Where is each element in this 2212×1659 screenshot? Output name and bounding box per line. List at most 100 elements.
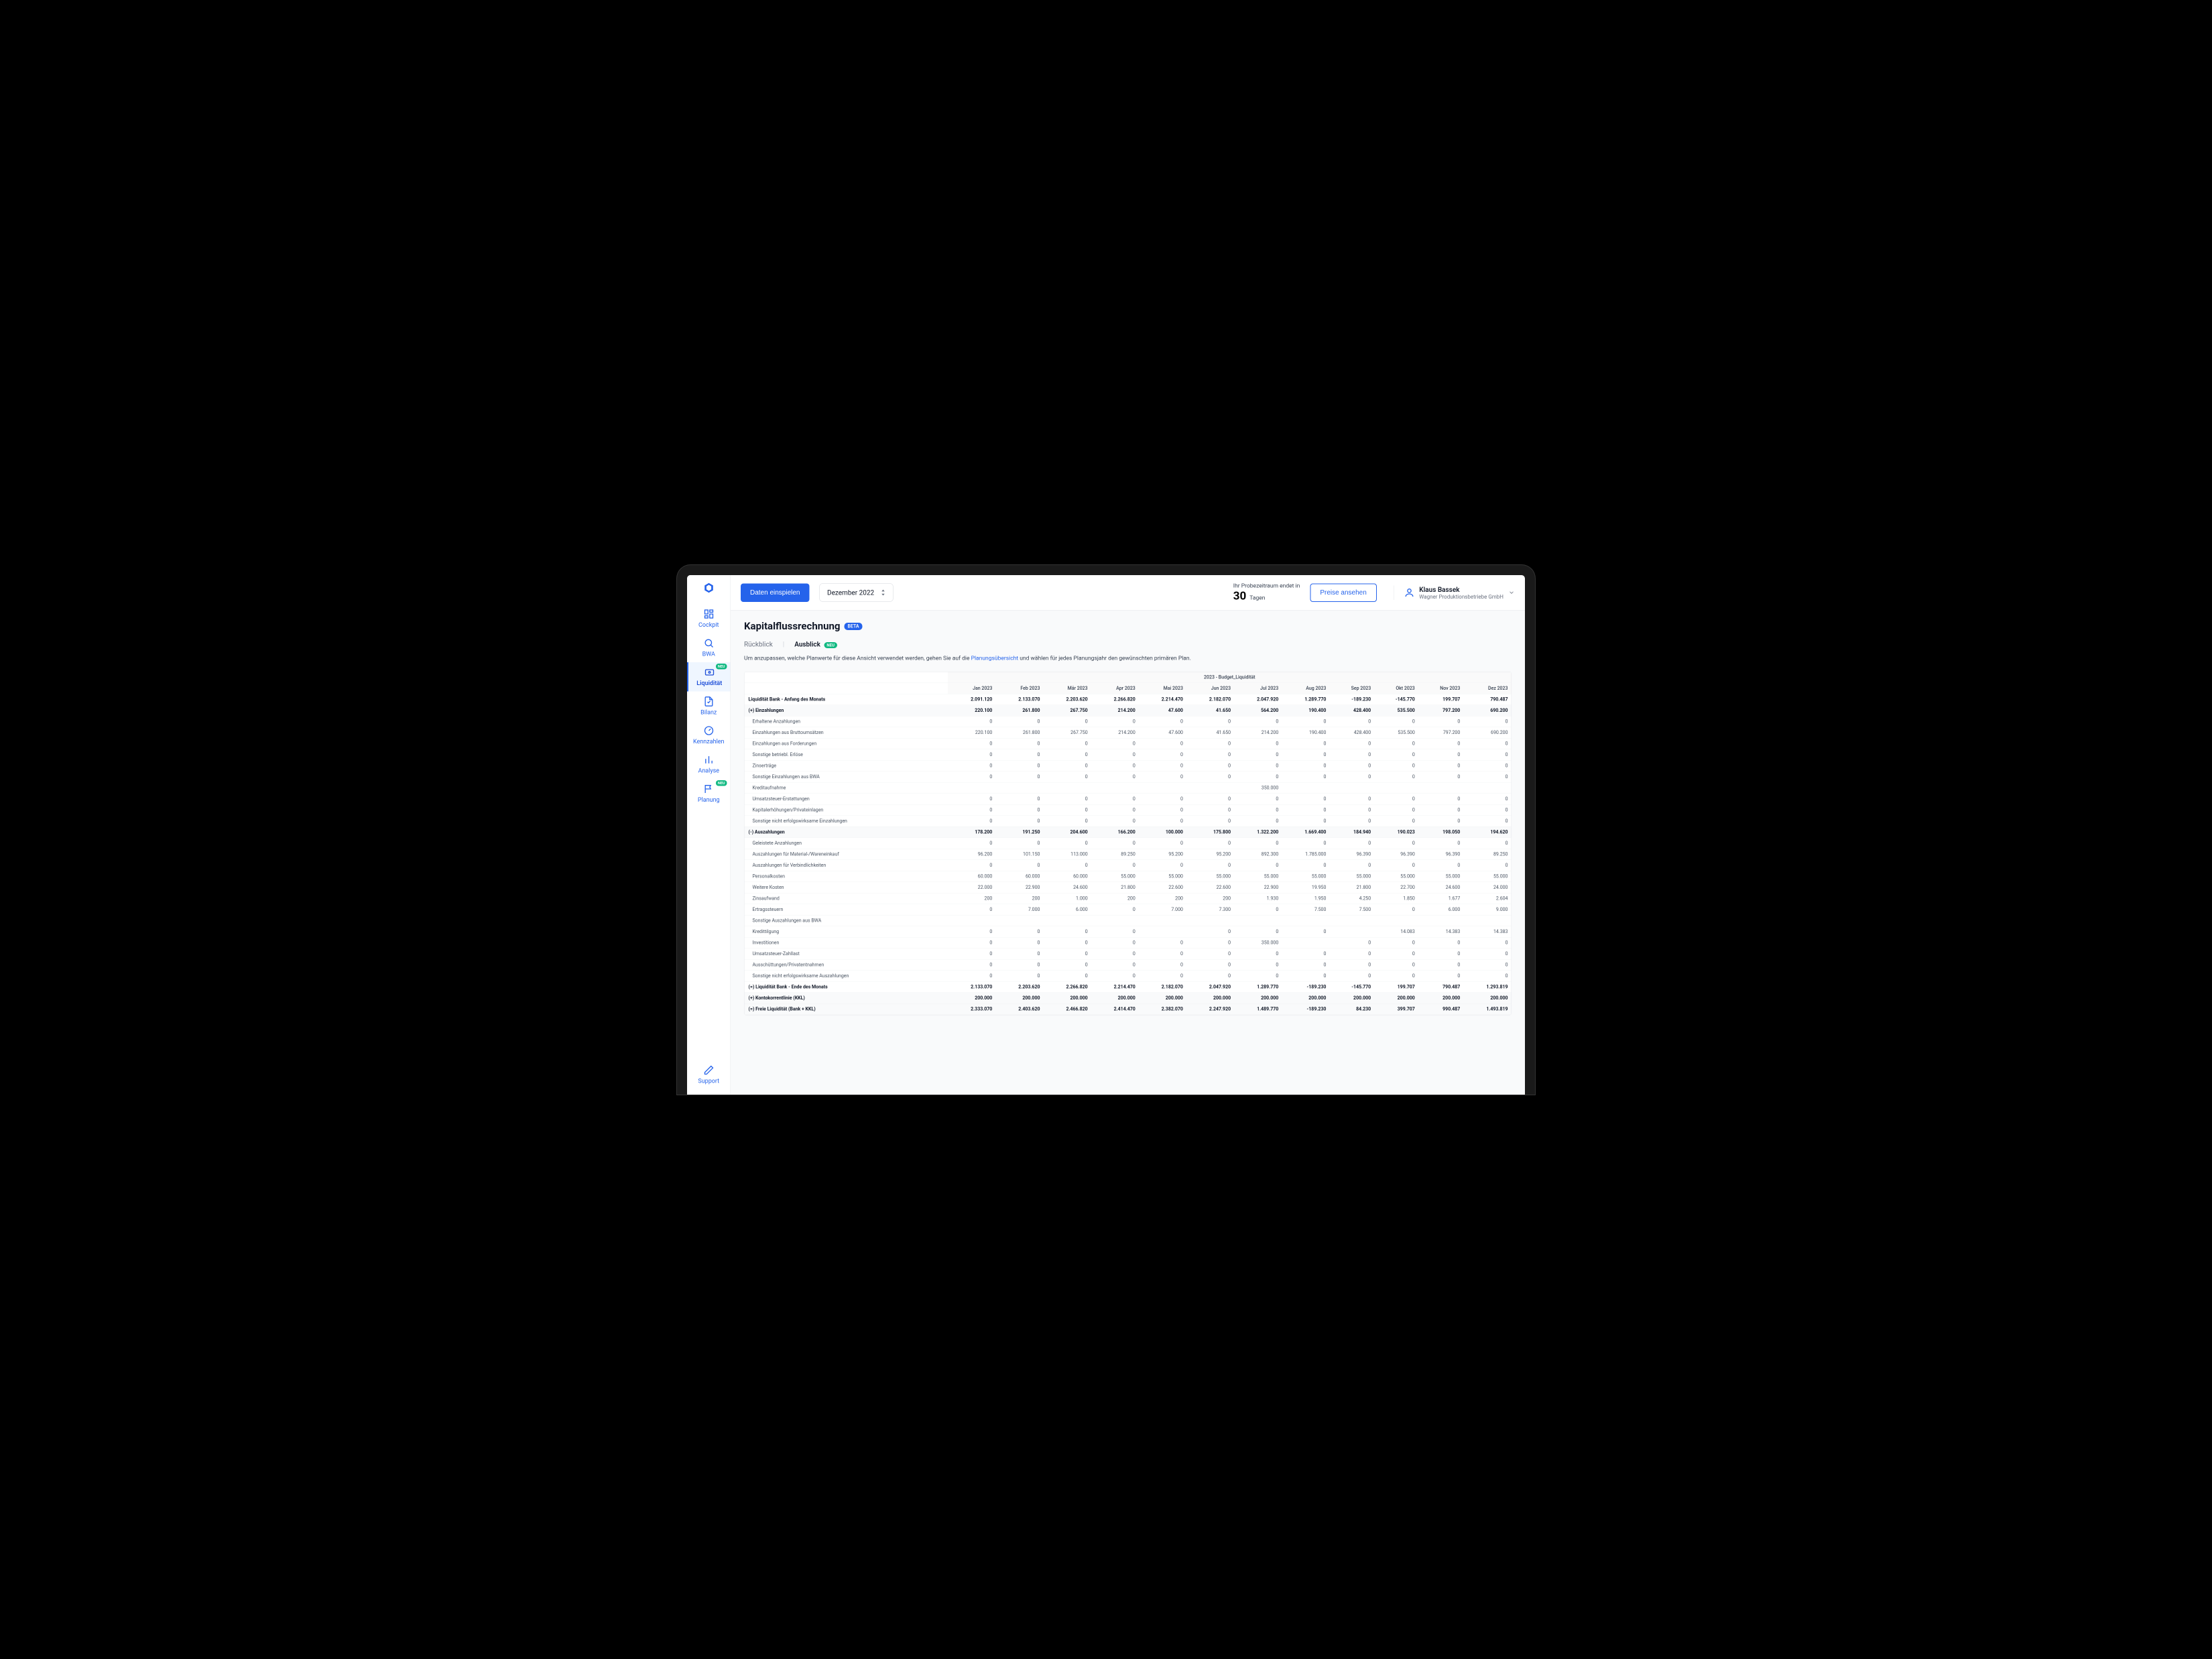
sidebar-item-support[interactable]: Support xyxy=(687,1058,731,1095)
user-menu[interactable]: Klaus Bassek Wagner Produktionsbetriebe … xyxy=(1394,585,1515,600)
cell-value: 0 xyxy=(1329,859,1374,871)
cell-value: 21.800 xyxy=(1091,881,1139,893)
cell-value: 200 xyxy=(1091,893,1139,904)
table-row: Umsatzsteuer-Erstattungen000000000000 xyxy=(745,793,1512,804)
cell-value: 0 xyxy=(1139,804,1186,816)
cell-value: 178.200 xyxy=(948,826,995,838)
cell-value: 89.250 xyxy=(1091,849,1139,860)
cell-value: 200.000 xyxy=(1374,992,1418,1003)
cell-value: 0 xyxy=(1374,937,1418,948)
cell-value: 1.669.400 xyxy=(1282,826,1329,838)
table-row: Auszahlungen für Material-/Wareneinkauf9… xyxy=(745,849,1512,860)
cell-value: 0 xyxy=(1186,771,1234,782)
cell-value: 0 xyxy=(1234,859,1282,871)
table-row: Investitionen000000350.0000000 xyxy=(745,937,1512,948)
cell-value: 0 xyxy=(1329,970,1374,981)
user-name: Klaus Bassek xyxy=(1419,585,1503,593)
cell-value: 194.620 xyxy=(1463,826,1511,838)
cell-value: 0 xyxy=(1374,749,1418,760)
cell-value: 2.182.070 xyxy=(1139,981,1186,993)
row-label: (-) Auszahlungen xyxy=(745,826,948,838)
cell-value: 7.300 xyxy=(1186,904,1234,915)
cell-value: 0 xyxy=(1374,859,1418,871)
cell-value: 14.083 xyxy=(1374,926,1418,937)
sidebar-item-liquiditaet[interactable]: NEU Liquidität xyxy=(687,662,731,692)
cell-value xyxy=(1043,915,1091,926)
cell-value: 0 xyxy=(1374,760,1418,772)
tab-ausblick[interactable]: Ausblick NEU xyxy=(794,640,837,650)
table-row: Zinsaufwand2002001.0002002002001.9301.95… xyxy=(745,893,1512,904)
cell-value: 0 xyxy=(1234,738,1282,749)
row-label: (=) Freie Liquidität (Bank + KKL) xyxy=(745,1003,948,1015)
row-label: Sonstige Einzahlungen aus BWA xyxy=(745,771,948,782)
month-selector[interactable]: Dezember 2022 xyxy=(820,583,894,601)
cell-value: 24.000 xyxy=(1463,881,1511,893)
pricing-button[interactable]: Preise ansehen xyxy=(1310,583,1376,602)
cell-value: 0 xyxy=(1043,948,1091,959)
cell-value: 1.000 xyxy=(1043,893,1091,904)
sidebar-item-bilanz[interactable]: Bilanz xyxy=(687,691,731,721)
cell-value: 0 xyxy=(1418,760,1464,772)
cell-value xyxy=(1234,915,1282,926)
neu-badge: NEU xyxy=(716,780,727,786)
cell-value: 2.414.470 xyxy=(1091,1003,1139,1015)
cell-value: 0 xyxy=(1418,804,1464,816)
cell-value: 55.000 xyxy=(1186,871,1234,882)
column-header: Okt 2023 xyxy=(1374,682,1418,694)
cell-value: 47.600 xyxy=(1139,727,1186,738)
column-header: Jun 2023 xyxy=(1186,682,1234,694)
cell-value: 2.247.920 xyxy=(1186,1003,1234,1015)
cell-value: 14.383 xyxy=(1463,926,1511,937)
cell-value: 428.400 xyxy=(1329,727,1374,738)
cell-value: 96.390 xyxy=(1374,849,1418,860)
row-label: Sonstige nicht erfolgswirksame Auszahlun… xyxy=(745,970,948,981)
cell-value: 2.047.920 xyxy=(1234,694,1282,705)
sidebar: Cockpit BWA NEU Liquidität Bilanz Kennza… xyxy=(687,575,731,1095)
cell-value: 21.800 xyxy=(1329,881,1374,893)
cell-value xyxy=(948,782,995,794)
cell-value: 0 xyxy=(1234,948,1282,959)
cell-value: 0 xyxy=(1091,804,1139,816)
app-logo-icon xyxy=(702,582,715,594)
cell-value: 200.000 xyxy=(1282,992,1329,1003)
cell-value: 0 xyxy=(1043,815,1091,826)
cell-value: 0 xyxy=(1091,771,1139,782)
cell-value: 0 xyxy=(1186,948,1234,959)
import-data-button[interactable]: Daten einspielen xyxy=(741,583,810,602)
cell-value: 200 xyxy=(1139,893,1186,904)
cell-value: 0 xyxy=(1139,837,1186,849)
cell-value: 0 xyxy=(1186,815,1234,826)
cell-value: 0 xyxy=(1139,970,1186,981)
table-row: Sonstige nicht erfolgswirksame Auszahlun… xyxy=(745,970,1512,981)
cell-value: 0 xyxy=(1043,760,1091,772)
cell-value: 0 xyxy=(1282,793,1329,804)
table-row: Sonstige betriebl. Erlöse000000000000 xyxy=(745,749,1512,760)
bars-icon xyxy=(703,754,714,765)
cell-value: 166.200 xyxy=(1091,826,1139,838)
sidebar-item-analyse[interactable]: Analyse xyxy=(687,749,731,779)
cell-value: 0 xyxy=(1282,760,1329,772)
cell-value: 261.800 xyxy=(995,704,1043,716)
cell-value: 2.214.470 xyxy=(1139,694,1186,705)
tab-rueckblick[interactable]: Rückblick xyxy=(744,640,773,650)
cell-value: 200.000 xyxy=(1418,992,1464,1003)
sidebar-item-cockpit[interactable]: Cockpit xyxy=(687,604,731,633)
cell-value xyxy=(995,782,1043,794)
cell-value: 0 xyxy=(1418,738,1464,749)
cell-value: 0 xyxy=(1282,970,1329,981)
cell-value: 0 xyxy=(1234,771,1282,782)
cell-value: 2.203.620 xyxy=(1043,694,1091,705)
cell-value: 2.047.920 xyxy=(1186,981,1234,993)
row-label: Kredittilgung xyxy=(745,926,948,937)
column-header: Jul 2023 xyxy=(1234,682,1282,694)
cell-value xyxy=(1329,915,1374,926)
planning-overview-link[interactable]: Planungsübersicht xyxy=(971,655,1019,662)
cell-value: 0 xyxy=(1139,859,1186,871)
cell-value: 0 xyxy=(1329,793,1374,804)
sidebar-item-bwa[interactable]: BWA xyxy=(687,633,731,662)
cell-value: 0 xyxy=(995,926,1043,937)
pencil-icon xyxy=(703,1064,714,1075)
sidebar-item-kennzahlen[interactable]: Kennzahlen xyxy=(687,721,731,750)
sidebar-item-planung[interactable]: NEU Planung xyxy=(687,779,731,808)
cell-value: 0 xyxy=(1043,749,1091,760)
